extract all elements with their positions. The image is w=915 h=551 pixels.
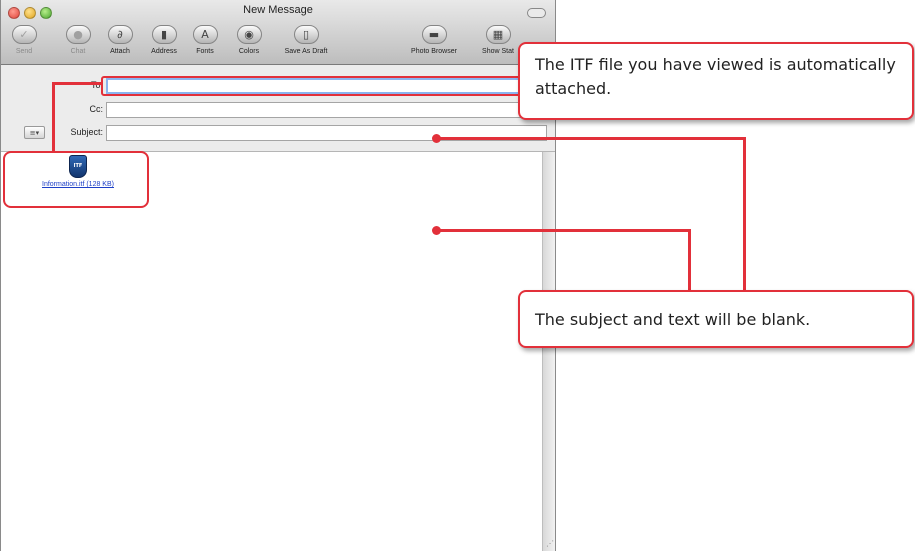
attach-label: Attach bbox=[110, 48, 130, 55]
to-field-highlight bbox=[101, 76, 523, 96]
connector-line bbox=[436, 137, 746, 140]
send-icon: ✓ bbox=[11, 25, 37, 44]
connector-line bbox=[743, 137, 746, 292]
toolbar-toggle-button[interactable] bbox=[527, 8, 546, 18]
fonts-label: Fonts bbox=[196, 48, 214, 55]
cc-field[interactable] bbox=[106, 102, 547, 118]
window-title: New Message bbox=[243, 4, 313, 16]
address-label: Address bbox=[151, 48, 177, 55]
send-button[interactable]: ✓ Send bbox=[8, 25, 40, 56]
fonts-icon: A bbox=[192, 25, 218, 44]
connector-line bbox=[52, 82, 55, 153]
callout-blank: The subject and text will be blank. bbox=[518, 290, 914, 348]
stationery-icon: ▦ bbox=[485, 25, 511, 44]
connector-line bbox=[436, 229, 691, 232]
connector-line bbox=[52, 82, 102, 85]
callout-attachment-text: The ITF file you have viewed is automati… bbox=[535, 55, 896, 98]
address-book-icon: ▮ bbox=[151, 25, 177, 44]
message-body[interactable] bbox=[1, 152, 542, 551]
vertical-scrollbar[interactable] bbox=[542, 152, 555, 551]
resize-grip-icon[interactable]: ⋰ bbox=[542, 539, 554, 549]
save-as-draft-label: Save As Draft bbox=[284, 48, 328, 55]
header-options-button[interactable]: ≡▾ bbox=[24, 126, 45, 139]
photo-browser-label: Photo Browser bbox=[411, 48, 457, 55]
subject-label: Subject: bbox=[70, 127, 103, 137]
fonts-button[interactable]: A Fonts bbox=[190, 25, 220, 56]
colors-button[interactable]: ◉ Colors bbox=[232, 25, 266, 56]
address-button[interactable]: ▮ Address bbox=[144, 25, 184, 56]
save-draft-icon: ▯ bbox=[293, 25, 319, 44]
photo-browser-icon: ▬ bbox=[421, 25, 447, 44]
chat-label: Chat bbox=[70, 48, 86, 55]
send-label: Send bbox=[15, 48, 33, 55]
cc-label: Cc: bbox=[89, 104, 104, 114]
chat-button[interactable]: ● Chat bbox=[63, 25, 93, 56]
show-stationery-label: Show Stat bbox=[482, 48, 514, 55]
color-wheel-icon: ◉ bbox=[236, 25, 262, 44]
callout-attachment: The ITF file you have viewed is automati… bbox=[518, 42, 914, 120]
show-stationery-button[interactable]: ▦ Show Stat bbox=[474, 25, 522, 56]
connector-line bbox=[688, 229, 691, 292]
colors-label: Colors bbox=[238, 48, 260, 55]
photo-browser-button[interactable]: ▬ Photo Browser bbox=[402, 25, 466, 56]
title-bar: New Message ✓ Send ● Chat ∂ Attach ▮ Add… bbox=[1, 0, 555, 65]
attachment-highlight bbox=[3, 151, 149, 208]
attach-button[interactable]: ∂ Attach bbox=[100, 25, 140, 56]
save-as-draft-button[interactable]: ▯ Save As Draft bbox=[274, 25, 338, 56]
paperclip-icon: ∂ bbox=[107, 25, 133, 44]
chat-icon: ● bbox=[65, 25, 91, 44]
callout-blank-text: The subject and text will be blank. bbox=[535, 310, 811, 329]
